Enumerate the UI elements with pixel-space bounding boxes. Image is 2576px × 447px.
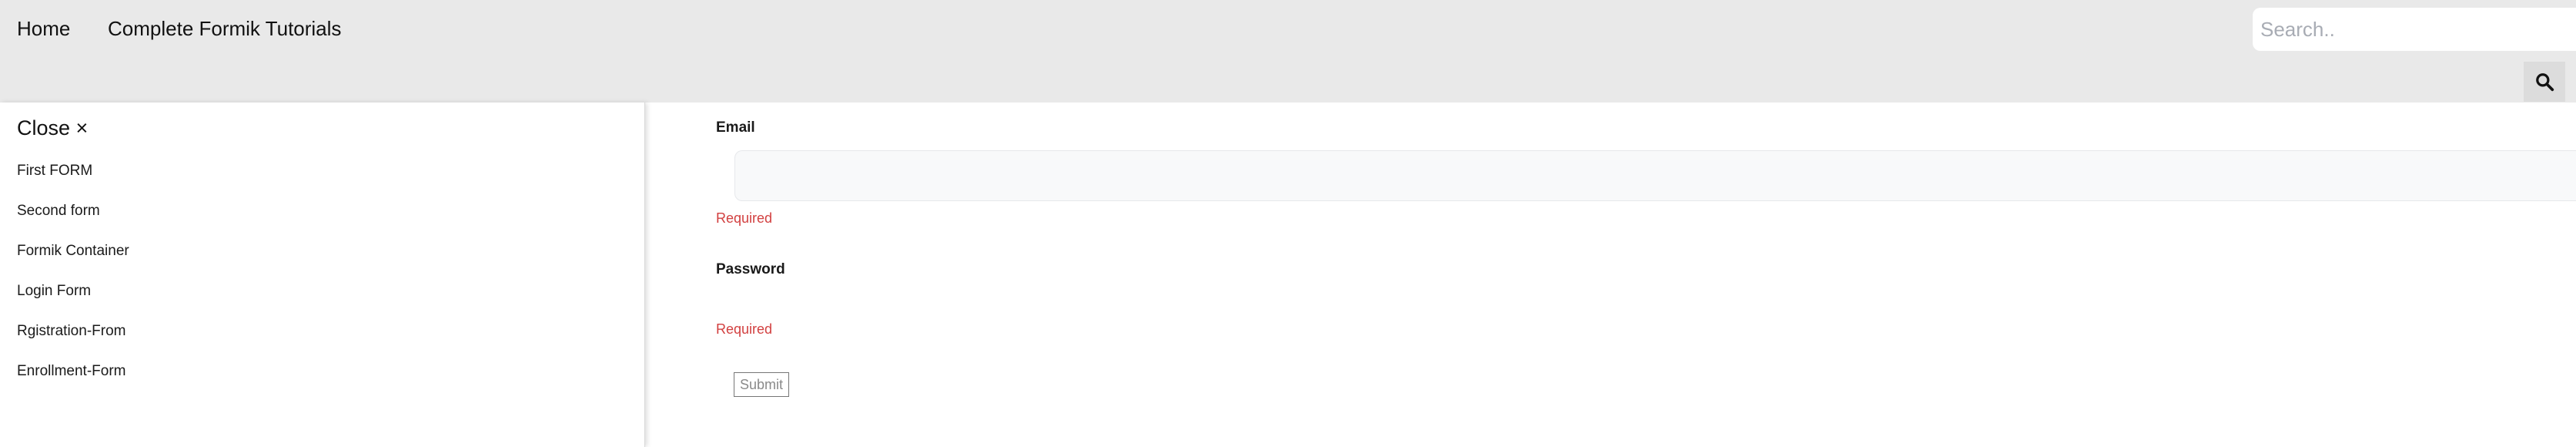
password-label: Password (716, 261, 785, 277)
sidebar-item-formik-container[interactable]: Formik Container (17, 243, 129, 260)
nav-tutorials-link[interactable]: Complete Formik Tutorials (108, 17, 341, 41)
search-input[interactable] (2253, 8, 2576, 51)
email-label: Email (716, 119, 755, 136)
sidebar: Close × First FORM Second form Formik Co… (0, 103, 645, 447)
sidebar-item-enrollment-form[interactable]: Enrollment-Form (17, 363, 125, 380)
sidebar-close-button[interactable]: Close × (17, 116, 88, 140)
sidebar-item-login-form[interactable]: Login Form (17, 283, 91, 300)
nav-home-link[interactable]: Home (17, 17, 70, 41)
search-button[interactable] (2524, 62, 2565, 102)
sidebar-item-first-form[interactable]: First FORM (17, 163, 92, 180)
login-form: Email Required Password Required Submit (645, 103, 2576, 447)
sidebar-item-registration-form[interactable]: Rgistration-From (17, 323, 125, 340)
search-icon (2536, 73, 2554, 92)
password-error-message: Required (716, 321, 773, 337)
submit-button[interactable]: Submit (734, 372, 789, 397)
sidebar-item-second-form[interactable]: Second form (17, 203, 100, 220)
email-error-message: Required (716, 210, 773, 226)
top-navbar: Home Complete Formik Tutorials (0, 0, 2576, 103)
email-field[interactable] (734, 150, 2576, 201)
